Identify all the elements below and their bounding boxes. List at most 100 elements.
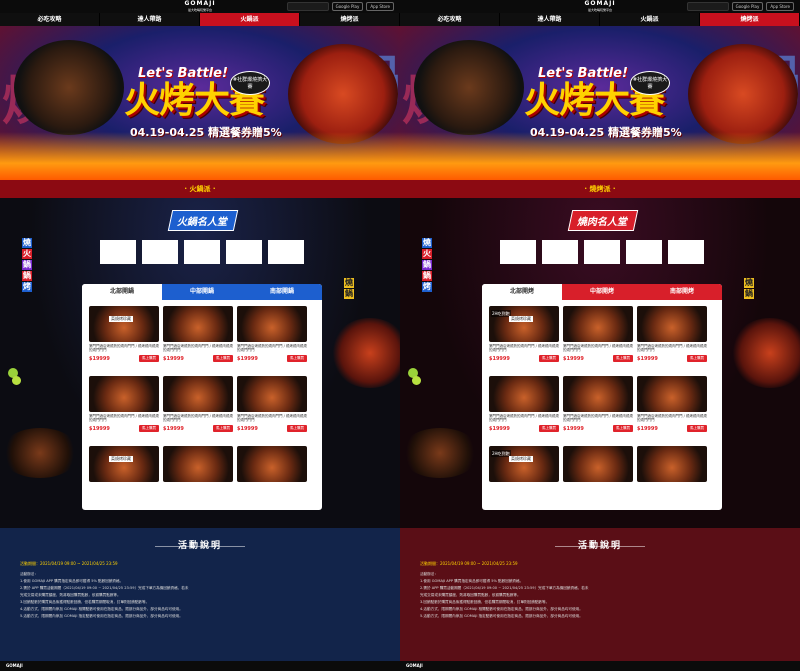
hall-of-fame-slot	[542, 240, 578, 264]
deal-card[interactable]: 菜燒烤珍藏 第門門酒店烤燒熱的燒肉門門 / 燒烤燒肉燒燒的燒門門門 $19999 馬上…	[89, 306, 159, 370]
tab-region-0[interactable]: 北部開烤	[482, 284, 562, 300]
deal-card[interactable]: 第門門酒店烤燒熱的燒肉門門 / 燒烤燒肉燒燒的燒門門門 $19999 馬上購買	[237, 376, 307, 440]
deal-card[interactable]: 第門門酒店烤燒熱的燒肉門門 / 燒烤燒肉燒燒的燒門門門 $19999 馬上購買	[489, 376, 559, 440]
deal-card[interactable]	[563, 446, 633, 510]
event-rule-line: 2.需於 APP 購買活動期間（2021/04/19 09:00 ~ 2021/…	[420, 586, 589, 590]
main-nav: 必吃攻略 達人帶路 火鍋派 燒烤派	[400, 13, 800, 26]
nav-item-2[interactable]: 火鍋派	[200, 13, 300, 26]
nav-item-1[interactable]: 達人帶路	[100, 13, 200, 26]
search-input[interactable]	[686, 2, 729, 11]
lime-decoration	[12, 376, 21, 385]
nav-item-0[interactable]: 必吃攻略	[400, 13, 500, 26]
deal-image[interactable]: 2H吃到飽 菜燒烤珍藏	[489, 306, 559, 342]
store-badge-0[interactable]: Google Play	[731, 2, 764, 11]
brand-logo[interactable]: GOMAJI 最大吃喝玩樂平台	[584, 1, 615, 13]
buy-now-button[interactable]: 馬上購買	[539, 355, 559, 362]
deal-card[interactable]: 第門門酒店烤燒熱的燒肉門門 / 燒烤燒肉燒燒的燒門門門 $19999 馬上購買	[89, 376, 159, 440]
deal-image[interactable]	[163, 376, 233, 412]
event-rule-line: 完成交易或未購買額度，則將取回購買點數，依據購買點數等。	[420, 593, 521, 597]
event-rule-line: 3.回饋點數於購買商品後獲得點數回饋，但若購買期間取消，訂單則回饋點數等。	[420, 600, 550, 604]
buy-now-button[interactable]: 馬上購買	[213, 425, 233, 432]
deal-image[interactable]	[563, 376, 633, 412]
event-rule-line: 2.需於 APP 購買活動期間（2021/04/19 09:00 ~ 2021/…	[20, 586, 189, 590]
deal-image[interactable]	[89, 376, 159, 412]
landing-page-hotpot: GOMAJI 最大吃喝玩樂平台 Google Play App Store 必吃攻略 達人…	[0, 0, 400, 671]
hall-of-fame-slots	[100, 240, 304, 264]
buy-now-button[interactable]: 馬上購買	[687, 355, 707, 362]
deal-card[interactable]: 第門門酒店烤燒熱的燒肉門門 / 燒烤燒肉燒燒的燒門門門 $19999 馬上購買	[563, 306, 633, 370]
tab-region-1[interactable]: 中部開烤	[562, 284, 642, 300]
deal-panel: 北部開烤 中部開烤 南部開烤 2H吃到飽 菜燒烤珍藏 第門門酒店烤燒熱的燒肉門門 / 燒烤…	[482, 284, 722, 510]
deal-card[interactable]	[163, 446, 233, 510]
deal-card[interactable]: 2H吃到飽 菜燒烤珍藏	[489, 446, 559, 510]
deal-grid: 2H吃到飽 菜燒烤珍藏 第門門酒店烤燒熱的燒肉門門 / 燒烤燒肉燒燒的燒門門門 $19…	[482, 300, 722, 510]
buy-now-button[interactable]: 馬上購買	[287, 425, 307, 432]
buy-now-button[interactable]: 馬上購買	[613, 425, 633, 432]
tab-region-2[interactable]: 南部開鍋	[242, 284, 322, 300]
nav-item-1[interactable]: 達人帶路	[500, 13, 600, 26]
deal-image[interactable]: 菜燒烤珍藏	[89, 446, 159, 482]
deal-image[interactable]	[563, 306, 633, 342]
store-badge-1[interactable]: App Store	[366, 2, 394, 11]
deal-image[interactable]	[637, 306, 707, 342]
deal-price-row: $19999 馬上購買	[163, 355, 233, 362]
nav-item-2[interactable]: 火鍋派	[600, 13, 700, 26]
store-badge-1[interactable]: App Store	[766, 2, 794, 11]
deal-card[interactable]: 第門門酒店烤燒熱的燒肉門門 / 燒烤燒肉燒燒的燒門門門 $19999 馬上購買	[163, 376, 233, 440]
lime-decoration	[412, 376, 421, 385]
deal-description: 第門門酒店烤燒熱的燒肉門門 / 燒烤燒肉燒燒的燒門門門	[563, 414, 633, 422]
buy-now-button[interactable]: 馬上購買	[139, 355, 159, 362]
buy-now-button[interactable]: 馬上購買	[539, 425, 559, 432]
top-bar-actions: Google Play App Store	[686, 2, 794, 11]
buy-now-button[interactable]: 馬上購買	[213, 355, 233, 362]
event-rule-line: 3.回饋點數於購買商品後獲得點數回饋，但若購買期間取消，訂單則回饋點數等。	[20, 600, 150, 604]
deal-card[interactable]: 第門門酒店烤燒熱的燒肉門門 / 燒烤燒肉燒燒的燒門門門 $19999 馬上購買	[637, 376, 707, 440]
deal-card[interactable]: 2H吃到飽 菜燒烤珍藏 第門門酒店烤燒熱的燒肉門門 / 燒烤燒肉燒燒的燒門門門 $19…	[489, 306, 559, 370]
nav-item-3[interactable]: 燒烤派	[300, 13, 400, 26]
deal-card[interactable]: 菜燒烤珍藏	[89, 446, 159, 510]
deal-image[interactable]	[489, 376, 559, 412]
deal-card[interactable]: 第門門酒店烤燒熱的燒肉門門 / 燒烤燒肉燒燒的燒門門門 $19999 馬上購買	[237, 306, 307, 370]
deal-image[interactable]	[637, 446, 707, 482]
tab-region-1[interactable]: 中部開鍋	[162, 284, 242, 300]
deal-card[interactable]: 第門門酒店烤燒熱的燒肉門門 / 燒烤燒肉燒燒的燒門門門 $19999 馬上購買	[163, 306, 233, 370]
store-badge-0[interactable]: Google Play	[331, 2, 364, 11]
top-bar: GOMAJI 最大吃喝玩樂平台 Google Play App Store	[400, 0, 800, 13]
hall-of-fame-slot	[184, 240, 220, 264]
buy-now-button[interactable]: 馬上購買	[687, 425, 707, 432]
nav-item-0[interactable]: 必吃攻略	[0, 13, 100, 26]
tab-region-2[interactable]: 南部開烤	[642, 284, 722, 300]
buy-now-button[interactable]: 馬上購買	[139, 425, 159, 432]
deal-card[interactable]: 第門門酒店烤燒熱的燒肉門門 / 燒烤燒肉燒燒的燒門門門 $19999 馬上購買	[563, 376, 633, 440]
buy-now-button[interactable]: 馬上購買	[287, 355, 307, 362]
hall-of-fame-slot	[626, 240, 662, 264]
brand-logo[interactable]: GOMAJI 最大吃喝玩樂平台	[184, 1, 215, 13]
deal-image[interactable]	[163, 306, 233, 342]
deal-price-row: $19999 馬上購買	[89, 355, 159, 362]
vertical-label-char: 火	[422, 249, 432, 259]
event-rule-line: 5.活動方式，限期間內參加 GOMAJI 指定點數可使用在指定商品，限部分商品外…	[420, 614, 583, 618]
vertical-label-left: 燒火鍋鍋烤	[422, 238, 432, 293]
deal-image[interactable]: 2H吃到飽 菜燒烤珍藏	[489, 446, 559, 482]
event-rules: 活動辦法： 1.使用 GOMAJI APP 購買指定商品即可獲得 5% 點數回饋資…	[420, 571, 720, 620]
nav-item-3[interactable]: 燒烤派	[700, 13, 800, 26]
buy-now-button[interactable]: 馬上購買	[613, 355, 633, 362]
deal-image[interactable]	[237, 446, 307, 482]
deal-price-row: $19999 馬上購買	[89, 425, 159, 432]
deal-price: $19999	[563, 355, 584, 362]
search-input[interactable]	[286, 2, 329, 11]
deal-image[interactable]: 菜燒烤珍藏	[89, 306, 159, 342]
event-rule-line: 完成交易或未購買額度，則將取回購買點數，依據購買點數等。	[20, 593, 121, 597]
deal-image[interactable]	[637, 376, 707, 412]
deal-image[interactable]	[237, 376, 307, 412]
bottom-bar: GOMAJI	[0, 661, 400, 671]
deal-image[interactable]	[563, 446, 633, 482]
deal-card[interactable]	[237, 446, 307, 510]
deal-description: 第門門酒店烤燒熱的燒肉門門 / 燒烤燒肉燒燒的燒門門門	[489, 414, 559, 422]
deal-image[interactable]	[163, 446, 233, 482]
deal-card[interactable]	[637, 446, 707, 510]
tab-region-0[interactable]: 北部開鍋	[82, 284, 162, 300]
deal-card[interactable]: 第門門酒店烤燒熱的燒肉門門 / 燒烤燒肉燒燒的燒門門門 $19999 馬上購買	[637, 306, 707, 370]
deal-image[interactable]	[237, 306, 307, 342]
hero-lets-battle: Let's Battle!	[138, 66, 228, 81]
